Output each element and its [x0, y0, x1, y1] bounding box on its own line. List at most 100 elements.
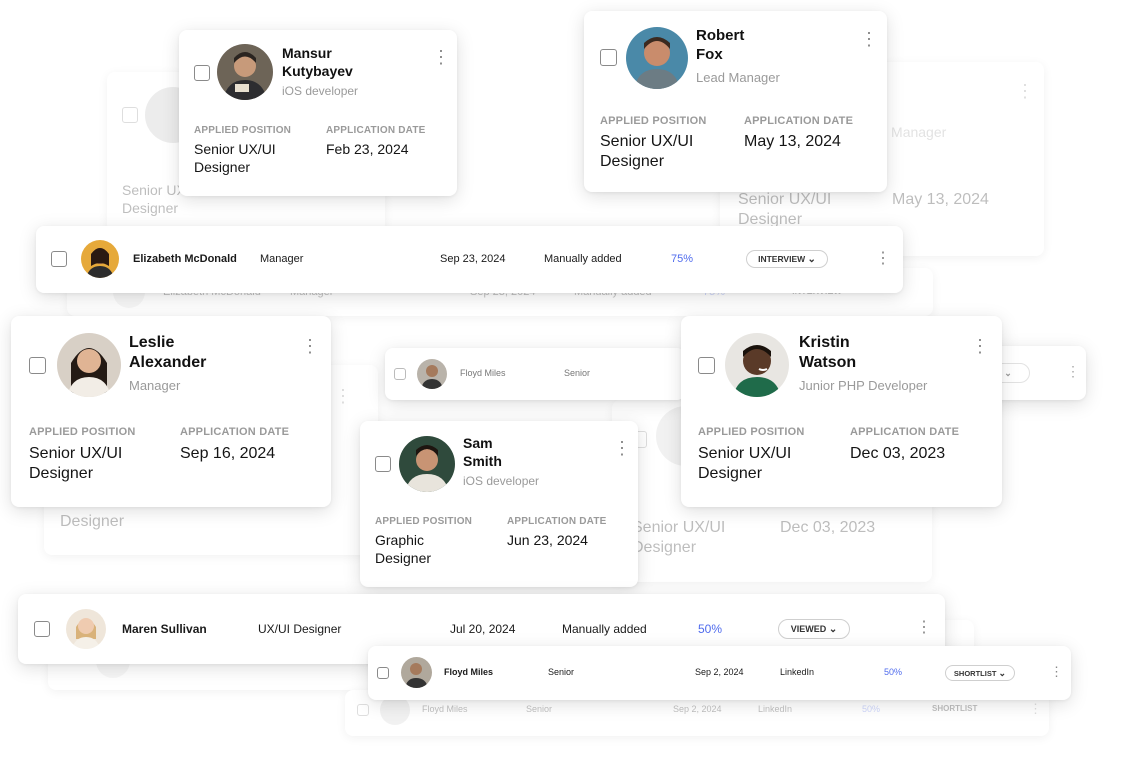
application-date-label: APPLICATION DATE: [850, 426, 960, 438]
applied-position-value: Senior UX/UI Designer: [194, 141, 276, 175]
applied-position-value: Designer: [60, 513, 125, 530]
application-date-value: Feb 23, 2024: [326, 141, 409, 157]
row-match: 50%: [698, 622, 723, 636]
candidate-name: Leslie Alexander: [129, 334, 207, 371]
applied-position-label: APPLIED POSITION: [698, 426, 805, 438]
row-name: Floyd Miles: [444, 667, 494, 677]
applied-position-value: Senior UX/UI Designer: [29, 445, 123, 482]
status-dropdown[interactable]: VIEWED ⌄: [778, 619, 850, 639]
candidate-row[interactable]: Floyd Miles Senior: [385, 348, 685, 400]
kebab-menu-icon[interactable]: [432, 48, 450, 66]
candidate-card[interactable]: LeslieAlexander Manager APPLIED POSITION…: [11, 316, 331, 507]
kebab-menu-icon[interactable]: [301, 337, 319, 355]
kebab-menu-icon[interactable]: [860, 30, 878, 48]
row-source: LinkedIn: [758, 704, 793, 714]
avatar: [725, 333, 789, 397]
avatar: [66, 609, 106, 649]
candidate-row[interactable]: Elizabeth McDonald Manager Sep 23, 2024 …: [36, 226, 903, 293]
kebab-menu-icon: [1016, 82, 1034, 100]
status-label: SHORTLIST: [953, 669, 997, 678]
candidate-role: iOS developer: [463, 474, 540, 488]
candidate-name: Mansur Kutybayev: [282, 45, 353, 79]
candidate-card[interactable]: RobertFox Lead Manager APPLIED POSITION …: [584, 11, 887, 192]
kebab-menu-icon[interactable]: [875, 251, 891, 267]
kebab-menu-icon: [1029, 702, 1042, 715]
candidate-card[interactable]: MansurKutybayev iOS developer APPLIED PO…: [179, 30, 457, 196]
status-label: VIEWED: [790, 624, 827, 634]
row-name: Maren Sullivan: [122, 622, 207, 636]
avatar: [399, 436, 455, 492]
candidate-card[interactable]: SamSmith iOS developer APPLIED POSITION …: [360, 421, 638, 587]
applied-position-label: APPLIED POSITION: [194, 125, 292, 136]
application-date-value: May 13, 2024: [744, 133, 841, 150]
row-name: Floyd Miles: [460, 368, 506, 378]
chevron-down-icon: ⌄: [998, 668, 1007, 678]
checkbox-icon[interactable]: [194, 65, 210, 81]
row-date: Sep 2, 2024: [695, 667, 744, 677]
avatar: [401, 657, 432, 688]
kebab-menu-icon[interactable]: [1066, 364, 1080, 378]
application-date-label: APPLICATION DATE: [507, 516, 607, 527]
kebab-menu-icon[interactable]: [971, 337, 989, 355]
avatar: [626, 27, 688, 89]
row-date: Sep 23, 2024: [440, 253, 506, 265]
applied-position-label: APPLIED POSITION: [600, 115, 707, 127]
status-label: INTERVIEW: [758, 254, 806, 264]
candidate-role: Lead Manager: [696, 70, 780, 85]
candidate-name: Sam Smith: [463, 435, 502, 469]
avatar: [57, 333, 121, 397]
candidate-name: Robert Fox: [696, 27, 745, 63]
checkbox-icon[interactable]: [394, 368, 406, 380]
checkbox-icon[interactable]: [600, 49, 617, 66]
row-match: 50%: [862, 704, 881, 714]
application-date-label: APPLICATION DATE: [744, 115, 854, 127]
application-date-value: May 13, 2024: [892, 191, 989, 208]
status-dropdown[interactable]: INTERVIEW ⌄: [746, 250, 828, 268]
applied-position-label: APPLIED POSITION: [29, 426, 136, 438]
kebab-menu-icon: [334, 387, 352, 405]
row-source: Manually added: [544, 253, 622, 265]
candidate-row[interactable]: Floyd Miles Senior Sep 2, 2024 LinkedIn …: [368, 646, 1071, 700]
row-role: Senior: [548, 667, 575, 677]
applied-position-value: Senior UX/UI Designer: [632, 519, 726, 556]
row-date: Sep 2, 2024: [673, 704, 722, 714]
row-match: 50%: [884, 667, 903, 677]
kebab-menu-icon[interactable]: [1050, 665, 1063, 678]
checkbox-icon[interactable]: [34, 621, 50, 637]
applied-position-label: APPLIED POSITION: [375, 516, 473, 527]
candidate-role: iOS developer: [282, 84, 359, 98]
row-status: SHORTLIST: [932, 704, 978, 713]
application-date-value: Jun 23, 2024: [507, 532, 588, 548]
avatar: [81, 240, 119, 278]
applied-position-value: Senior UX/UI Designer: [600, 133, 694, 170]
checkbox-icon[interactable]: [29, 357, 46, 374]
checkbox-icon: [357, 704, 369, 716]
row-name: Elizabeth McDonald: [133, 253, 237, 265]
row-source: Manually added: [562, 622, 647, 636]
checkbox-icon[interactable]: [51, 251, 67, 267]
row-role: UX/UI Designer: [258, 622, 342, 636]
candidate-role: Junior PHP Developer: [799, 378, 928, 393]
application-date-value: Sep 16, 2024: [180, 445, 276, 462]
row-role: Senior: [564, 368, 591, 378]
status-dropdown[interactable]: SHORTLIST ⌄: [945, 665, 1015, 681]
kebab-menu-icon[interactable]: [916, 620, 932, 636]
applied-position-value: Graphic Designer: [375, 532, 432, 566]
row-date: Jul 20, 2024: [450, 622, 516, 636]
checkbox-icon[interactable]: [375, 456, 391, 472]
avatar: [417, 359, 447, 389]
candidate-role: Manager: [129, 378, 181, 393]
application-date-value: Dec 03, 2023: [780, 519, 876, 536]
chevron-down-icon: ⌄: [807, 254, 816, 265]
application-date-label: APPLICATION DATE: [180, 426, 290, 438]
kebab-menu-icon[interactable]: [613, 439, 631, 457]
checkbox-icon[interactable]: [698, 357, 715, 374]
applied-position-value: Senior UX/UI Designer: [738, 191, 832, 228]
row-source: LinkedIn: [780, 667, 815, 677]
avatar: [217, 44, 273, 100]
checkbox-icon[interactable]: [377, 667, 389, 679]
application-date-value: Dec 03, 2023: [850, 445, 946, 462]
application-date-label: APPLICATION DATE: [326, 125, 426, 136]
row-role: Manager: [260, 253, 304, 265]
candidate-card[interactable]: KristinWatson Junior PHP Developer APPLI…: [681, 316, 1002, 507]
